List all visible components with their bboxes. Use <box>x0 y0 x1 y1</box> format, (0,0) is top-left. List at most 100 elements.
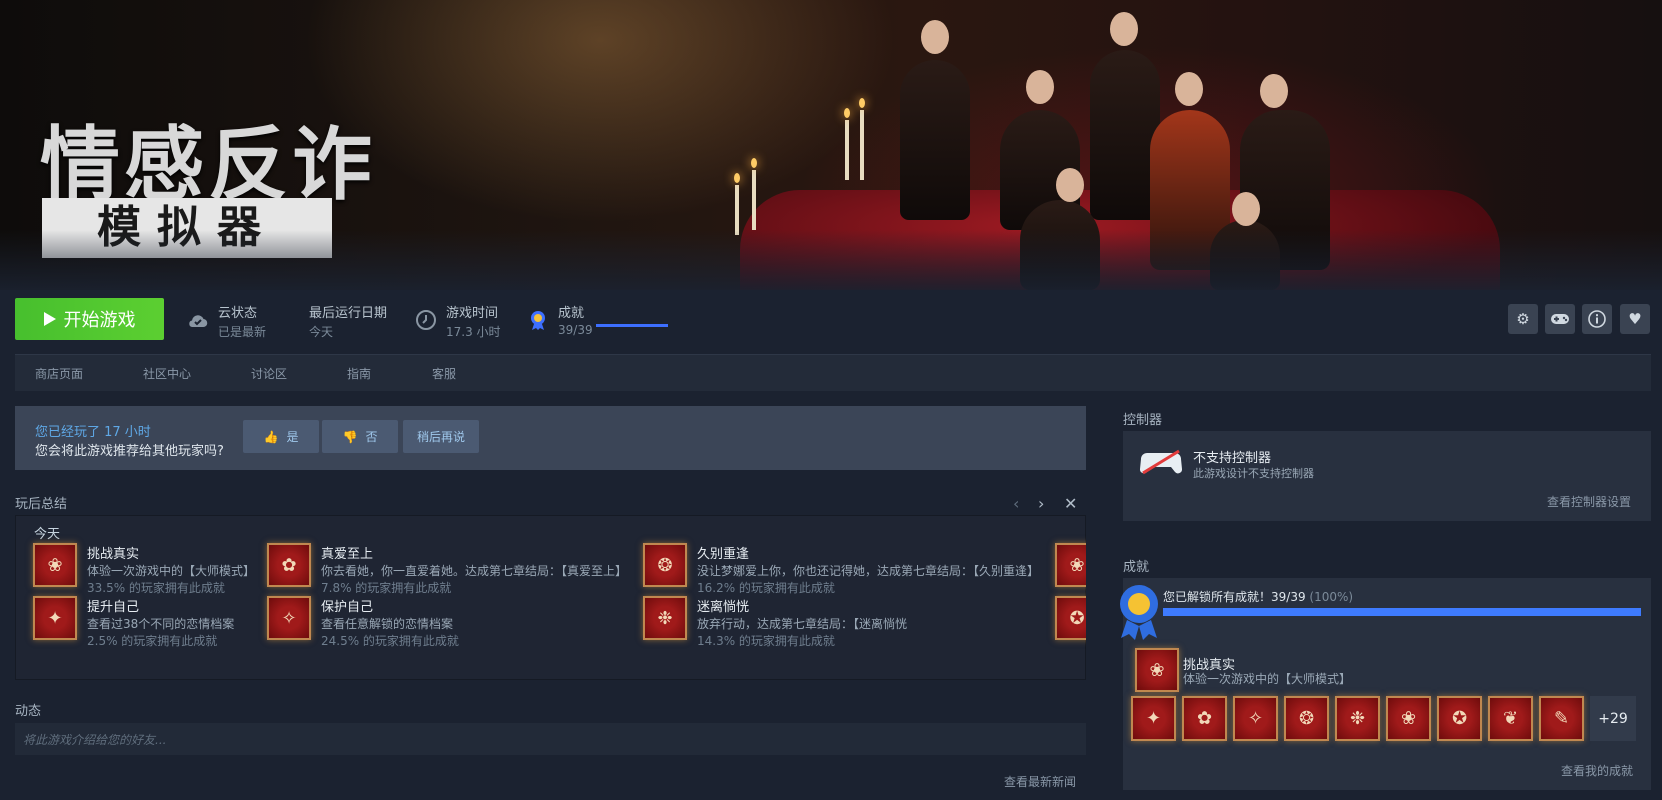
cloud-status-value: 已是最新 <box>218 325 267 339</box>
achievements-summary: 您已解锁所有成就！39/39 (100%) <box>1163 588 1353 605</box>
thumbs-up-icon: 👍 <box>263 429 279 444</box>
achievement-badge-icon: ✿ <box>267 543 311 587</box>
info-button[interactable] <box>1582 304 1612 334</box>
achievement-pct: 14.3% 的玩家拥有此成就 <box>697 634 835 648</box>
play-label: 开始游戏 <box>63 310 136 331</box>
playtime: 游戏时间 17.3 小时 <box>414 302 501 340</box>
achievement-badge-icon[interactable]: ❉ <box>1335 696 1380 741</box>
medal-icon <box>1120 585 1158 640</box>
nav-community-hub[interactable]: 社区中心 <box>143 365 191 382</box>
achievement-badge-icon: ❂ <box>643 543 687 587</box>
recommend-no-label: 否 <box>365 430 378 444</box>
achievement-badge-icon[interactable]: ❂ <box>1284 696 1329 741</box>
summary-achievement[interactable]: ❉ 迷离惝恍 放弃行动，达成第七章结局：【迷离惝恍 14.3% 的玩家拥有此成就 <box>643 596 1023 649</box>
achievement-title: 迷离惝恍 <box>697 600 750 615</box>
hero-banner: 情感反诈 模拟器 <box>0 0 1662 290</box>
favorite-button[interactable]: ♥ <box>1620 304 1650 334</box>
achievement-desc: 放弃行动，达成第七章结局：【迷离惝恍 <box>697 617 908 631</box>
achievement-badge-icon: ✪ <box>1055 596 1086 640</box>
nav-discussions[interactable]: 讨论区 <box>251 365 287 382</box>
achievements-stat-progress <box>596 324 668 327</box>
achievement-badge-icon: ✦ <box>33 596 77 640</box>
recent-achievement-badge-icon[interactable]: ❀ <box>1135 648 1179 692</box>
controller-title: 不支持控制器 <box>1193 451 1272 466</box>
last-played: 最后运行日期 今天 <box>309 302 387 340</box>
activity-input[interactable]: 将此游戏介绍给您的好友... <box>15 723 1086 755</box>
achievement-badge-icon[interactable]: ❀ <box>1386 696 1431 741</box>
controller-panel: 不支持控制器 此游戏设计不支持控制器 查看控制器设置 <box>1123 431 1651 521</box>
achievements-stat-value: 39/39 <box>558 323 593 337</box>
achievement-title: 保护自己 <box>321 600 374 615</box>
post-game-summary: 今天 ❀ 挑战真实 体验一次游戏中的【大师模式】 33.5% 的玩家拥有此成就 … <box>15 515 1086 680</box>
achievement-desc: 查看过38个不同的恋情档案 <box>87 617 235 631</box>
achievement-desc: 查看任意解锁的恋情档案 <box>321 617 454 631</box>
controller-section-label: 控制器 <box>1123 413 1163 428</box>
nav-support[interactable]: 客服 <box>432 365 456 382</box>
achievement-badge-icon[interactable]: ✧ <box>1233 696 1278 741</box>
activity-section-label: 动态 <box>15 704 42 719</box>
game-nav: 商店页面 社区中心 讨论区 指南 客服 <box>15 354 1651 391</box>
hero-flame <box>751 158 757 168</box>
nav-guides[interactable]: 指南 <box>347 365 371 382</box>
chevron-right-icon[interactable]: › <box>1038 494 1044 513</box>
achievements-summary-pct: (100%) <box>1309 590 1354 604</box>
medal-icon <box>531 311 545 330</box>
recommend-prompt: 您已经玩了 17 小时 您会将此游戏推荐给其他玩家吗? 👍 是 👎 否 稍后再说 <box>15 406 1086 470</box>
controller-settings-link[interactable]: 查看控制器设置 <box>1547 493 1631 510</box>
settings-button[interactable]: ⚙ <box>1508 304 1538 334</box>
cloud-status-label: 云状态 <box>218 306 258 321</box>
cloud-check-icon <box>189 315 208 328</box>
playtime-value: 17.3 小时 <box>446 325 501 339</box>
more-achievements-count[interactable]: +29 <box>1590 696 1636 741</box>
recommend-later-label: 稍后再说 <box>416 430 465 444</box>
recommend-yes-button[interactable]: 👍 是 <box>243 420 319 453</box>
achievement-badge-icon[interactable]: ✿ <box>1182 696 1227 741</box>
hero-fade <box>0 230 1662 290</box>
recent-achievement-desc: 体验一次游戏中的【大师模式】 <box>1183 672 1352 686</box>
hero-candle <box>845 120 849 180</box>
achievements-summary-text: 您已解锁所有成就！39/39 <box>1163 590 1306 604</box>
achievement-badge-icon[interactable]: ✎ <box>1539 696 1584 741</box>
hero-face <box>1026 70 1054 104</box>
achievements-section-label: 成就 <box>1123 560 1150 575</box>
chevron-left-icon[interactable]: ‹ <box>1013 494 1019 513</box>
achievement-pct: 7.8% 的玩家拥有此成就 <box>321 581 452 595</box>
summary-achievement[interactable]: ✧ 保护自己 查看任意解锁的恋情档案 24.5% 的玩家拥有此成就 <box>267 596 647 649</box>
hero-flame <box>859 98 865 108</box>
controller-button[interactable] <box>1545 304 1575 334</box>
heart-icon: ♥ <box>1628 310 1642 328</box>
view-news-link[interactable]: 查看最新新闻 <box>1004 773 1076 790</box>
achievement-pct: 24.5% 的玩家拥有此成就 <box>321 634 459 648</box>
recommend-no-button[interactable]: 👎 否 <box>322 420 398 453</box>
achievement-desc: 体验一次游戏中的【大师模式】 <box>87 564 256 578</box>
action-bar: 开始游戏 云状态 已是最新 最后运行日期 今天 游戏时间 17.3 小时 成就 … <box>0 290 1662 354</box>
achievement-pct: 16.2% 的玩家拥有此成就 <box>697 581 835 595</box>
achievement-badge-icon[interactable]: ❦ <box>1488 696 1533 741</box>
cloud-status[interactable]: 云状态 已是最新 <box>186 302 266 340</box>
recommend-yes-label: 是 <box>286 430 299 444</box>
achievement-badge-icon[interactable]: ✦ <box>1131 696 1176 741</box>
hero-face <box>1175 72 1203 106</box>
view-my-achievements-link[interactable]: 查看我的成就 <box>1561 762 1633 779</box>
achievements-progress-fill <box>1163 608 1641 616</box>
achievements-progress-bar <box>1163 608 1641 616</box>
gear-icon: ⚙ <box>1516 310 1530 328</box>
achievements-stat-label: 成就 <box>558 306 585 321</box>
play-button[interactable]: 开始游戏 <box>15 298 164 340</box>
hero-flame <box>734 173 740 183</box>
summary-achievement[interactable]: ❂ 久别重逢 没让梦娜爱上你，你也还记得她，达成第七章结局：【久别重逢】 16.… <box>643 543 1039 596</box>
play-icon <box>43 312 56 326</box>
achievement-title: 挑战真实 <box>87 547 140 562</box>
achievements-stat[interactable]: 成就 39/39 <box>526 302 593 337</box>
recommend-later-button[interactable]: 稍后再说 <box>403 420 479 453</box>
summary-today-label: 今天 <box>34 527 61 542</box>
achievement-badge-icon[interactable]: ✪ <box>1437 696 1482 741</box>
hero-flame <box>844 108 850 118</box>
hero-candle <box>735 185 739 235</box>
playtime-label: 游戏时间 <box>446 306 499 321</box>
nav-store-page[interactable]: 商店页面 <box>35 365 83 382</box>
hero-face <box>921 20 949 54</box>
close-icon[interactable]: ✕ <box>1064 494 1077 513</box>
summary-achievement[interactable]: ✿ 真爱至上 你去看她，你一直爱着她。达成第七章结局：【真爱至上】 7.8% 的… <box>267 543 647 596</box>
achievement-badge-icon: ✧ <box>267 596 311 640</box>
